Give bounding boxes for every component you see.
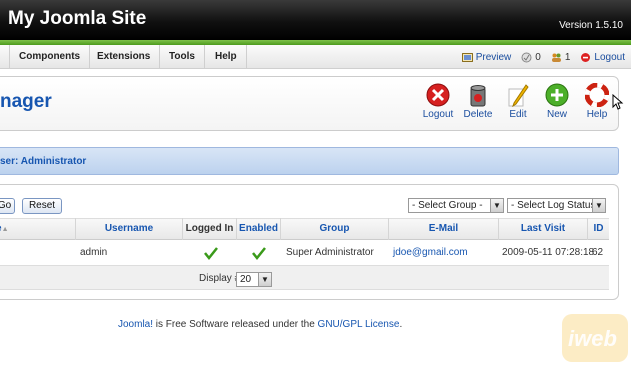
messages-status[interactable]: 0 [521,52,541,63]
select-group-dropdown[interactable]: - Select Group - ▼ [408,198,504,213]
column-header-id[interactable]: ID [588,218,609,240]
new-button-label: New [546,109,567,120]
display-count-dropdown[interactable]: 20 ▼ [236,272,272,287]
column-header-logged-in: Logged In [183,218,237,240]
users-icon [551,53,561,62]
enabled-check-icon[interactable] [252,246,266,260]
delete-button[interactable]: Delete [458,83,498,123]
select-log-status-dropdown[interactable]: - Select Log Status - ▼ [507,198,606,213]
menu-item-extensions[interactable]: Extensions [88,45,161,69]
preview-link[interactable]: Preview [461,51,512,63]
go-button[interactable]: Go [0,198,15,214]
edit-button-label: Edit [509,109,527,120]
menu-item-truncated[interactable] [0,45,10,69]
logged-user-text: ser: Administrator [0,156,87,167]
menu-item-components[interactable]: Components [10,45,91,69]
chevron-down-icon: ▼ [490,199,503,212]
logout-icon [426,83,450,107]
logged-in-check-icon [204,247,218,260]
cell-email[interactable]: jdoe@gmail.com [393,241,468,265]
column-header-username[interactable]: Username [76,218,183,240]
pagination-row [0,266,609,290]
mouse-cursor-icon [612,94,624,110]
page-footer: Joomla! is Free Software released under … [118,319,402,330]
column-header-email[interactable]: E-Mail [389,218,499,240]
footer-text: is Free Software released under the [153,319,318,330]
column-header-group[interactable]: Group [281,218,389,240]
top-header: My Joomla Site Version 1.5.10 [0,0,631,40]
iweb-watermark-logo: iweb [562,314,628,362]
gpl-license-link[interactable]: GNU/GPL License [318,319,400,330]
messages-icon [521,52,532,62]
cell-group: Super Administrator [286,247,374,258]
help-button[interactable]: Help [577,83,617,123]
footer-end: . [399,319,403,330]
new-plus-icon [545,83,569,107]
chevron-down-icon: ▼ [258,273,271,286]
chevron-down-icon: ▼ [592,199,605,212]
edit-pencil-icon [508,84,529,107]
edit-button[interactable]: Edit [498,83,538,123]
site-title: My Joomla Site [8,8,147,29]
column-header-enabled[interactable]: Enabled [237,218,281,240]
joomla-admin-window: My Joomla Site Version 1.5.10 Components… [0,0,631,366]
select-log-status-value: - Select Log Status - [511,200,602,211]
column-header-last-visit[interactable]: Last Visit [499,218,588,240]
logout-link[interactable]: Logout [580,52,625,63]
cell-username: admin [80,247,108,258]
messages-count: 0 [535,51,541,63]
cell-last-visit: 2009-05-11 07:28:18 [502,247,595,258]
page-title: nager [0,91,52,112]
new-button[interactable]: New [537,83,577,123]
preview-icon [461,52,473,62]
joomla-link[interactable]: Joomla! [118,319,153,330]
logout-label: Logout [594,51,625,63]
sort-arrow-icon: ▲ [1,226,9,233]
menu-bar: Components Extensions Tools Help Preview… [0,45,631,69]
display-count-label: Display # [199,273,241,284]
users-status[interactable]: 1 [551,51,571,63]
display-count-value: 20 [240,274,252,285]
column-header-name[interactable]: e▲ [0,218,76,240]
menu-item-tools[interactable]: Tools [160,45,205,69]
logout-button[interactable]: Logout [418,83,458,123]
cell-id: 62 [592,247,604,258]
logout-button-label: Logout [422,109,454,120]
version-label: Version 1.5.10 [559,20,623,31]
logout-small-icon [581,52,591,62]
help-button-label: Help [586,109,608,120]
delete-button-label: Delete [463,109,493,120]
status-area: Preview 0 1 Logout [461,45,625,69]
help-lifebuoy-icon [585,83,609,107]
trash-icon [470,85,486,107]
select-group-value: - Select Group - [412,200,483,211]
user-info-band [0,147,619,175]
users-count: 1 [564,51,571,63]
preview-label: Preview [475,51,512,63]
menu-item-help[interactable]: Help [206,45,247,69]
reset-button[interactable]: Reset [22,198,62,214]
